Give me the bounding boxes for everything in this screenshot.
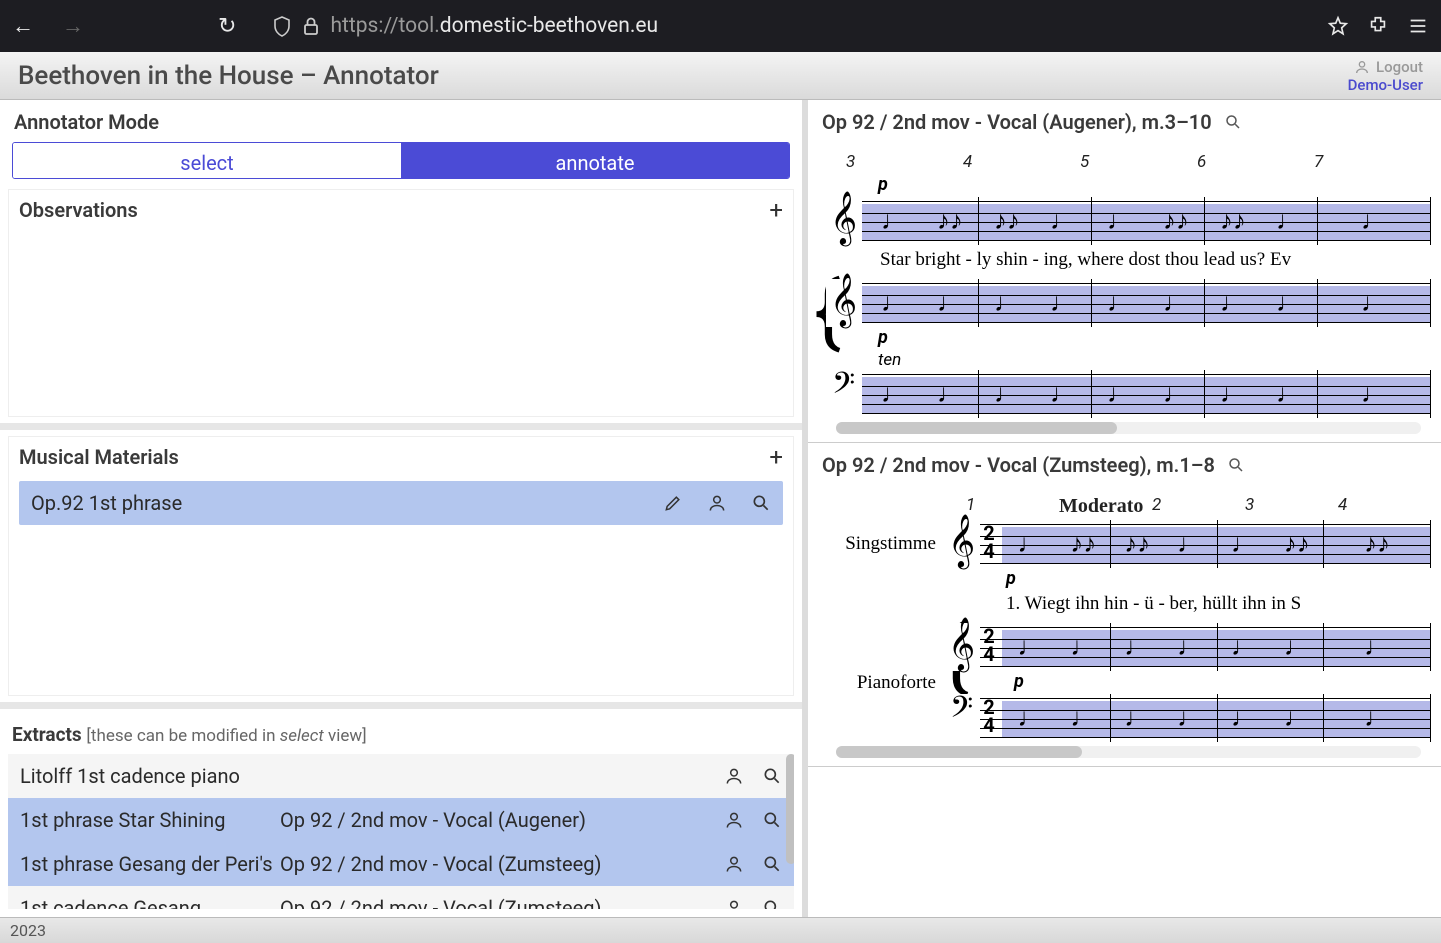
reload-button[interactable]: ↻ <box>218 14 236 39</box>
score-body: 3 4 5 6 7 p ♩♪♪ ♪♪♩ ♩♪♪ ♪♪♩ <box>808 144 1441 442</box>
scrollbar-thumb[interactable] <box>786 754 794 864</box>
extracts-list: Litolff 1st cadence piano 1st phrase Sta… <box>8 754 794 909</box>
divider[interactable] <box>0 423 802 430</box>
materials-label: Musical Materials <box>19 445 179 469</box>
current-user[interactable]: Demo-User <box>1348 76 1423 94</box>
url-prefix: https://tool. <box>330 14 439 38</box>
mode-toggle: select annotate <box>12 142 790 179</box>
horizontal-scrollbar[interactable] <box>836 746 1421 758</box>
user-icon[interactable] <box>724 810 744 830</box>
observations-body <box>9 230 793 416</box>
mode-label: Annotator Mode <box>0 100 802 142</box>
app-header: Beethoven in the House – Annotator Logou… <box>0 52 1441 100</box>
bookmark-icon[interactable] <box>1327 15 1349 37</box>
edit-icon[interactable] <box>663 493 683 513</box>
voice-label: Singstimme <box>826 533 936 555</box>
add-observation-button[interactable]: + <box>769 196 783 224</box>
url-domain: domestic-beethoven.eu <box>440 14 658 38</box>
forward-button: → <box>62 13 84 39</box>
back-button[interactable]: ← <box>12 13 34 39</box>
user-icon <box>1354 59 1370 75</box>
add-material-button[interactable]: + <box>769 443 783 471</box>
extracts-header: Extracts [these can be modified in selec… <box>0 715 802 754</box>
score-title: Op 92 / 2nd mov - Vocal (Augener), m.3–1… <box>822 110 1212 134</box>
search-icon[interactable] <box>762 898 782 909</box>
menu-icon[interactable] <box>1407 15 1429 37</box>
score-body: 1 Moderato 2 3 4 Singstimme 24 <box>808 487 1441 766</box>
shield-icon <box>272 15 292 37</box>
divider[interactable] <box>0 702 802 709</box>
search-icon[interactable] <box>751 493 771 513</box>
extract-row[interactable]: 1st phrase Gesang der Peri's Op 92 / 2nd… <box>8 842 794 886</box>
search-icon[interactable] <box>762 766 782 786</box>
search-icon[interactable] <box>1224 113 1242 131</box>
footer: 2023 <box>0 917 1441 943</box>
user-icon[interactable] <box>724 898 744 909</box>
logout-link[interactable]: Logout <box>1376 58 1423 76</box>
mode-select-button[interactable]: select <box>13 143 401 178</box>
extracts-label: Extracts <box>12 723 82 746</box>
score-title: Op 92 / 2nd mov - Vocal (Zumsteeg), m.1–… <box>822 453 1215 477</box>
lock-icon <box>302 16 320 36</box>
material-row[interactable]: Op.92 1st phrase <box>19 481 783 525</box>
material-label: Op.92 1st phrase <box>31 491 182 515</box>
extract-row[interactable]: 1st phrase Star Shining Op 92 / 2nd mov … <box>8 798 794 842</box>
lyrics: 1. Wiegt ihn hin - ü - ber, hüllt ihn in… <box>1006 593 1431 615</box>
lyrics: Star bright - ly shin - ing, where dost … <box>880 249 1431 271</box>
search-icon[interactable] <box>762 854 782 874</box>
piano-label: Pianoforte <box>826 672 936 694</box>
horizontal-scrollbar[interactable] <box>836 422 1421 434</box>
mode-annotate-button[interactable]: annotate <box>401 143 789 178</box>
app-title: Beethoven in the House – Annotator <box>18 61 439 91</box>
extract-row[interactable]: Litolff 1st cadence piano <box>8 754 794 798</box>
footer-year: 2023 <box>10 921 46 940</box>
search-icon[interactable] <box>762 810 782 830</box>
search-icon[interactable] <box>1227 456 1245 474</box>
user-icon[interactable] <box>724 854 744 874</box>
user-icon[interactable] <box>724 766 744 786</box>
observations-label: Observations <box>19 198 138 222</box>
extract-row[interactable]: 1st cadence Gesang Op 92 / 2nd mov - Voc… <box>8 886 794 909</box>
user-icon[interactable] <box>707 493 727 513</box>
browser-toolbar: ← → ↻ https://tool.domestic-beethoven.eu <box>0 0 1441 52</box>
url-bar[interactable]: https://tool.domestic-beethoven.eu <box>272 14 1303 38</box>
extensions-icon[interactable] <box>1367 15 1389 37</box>
